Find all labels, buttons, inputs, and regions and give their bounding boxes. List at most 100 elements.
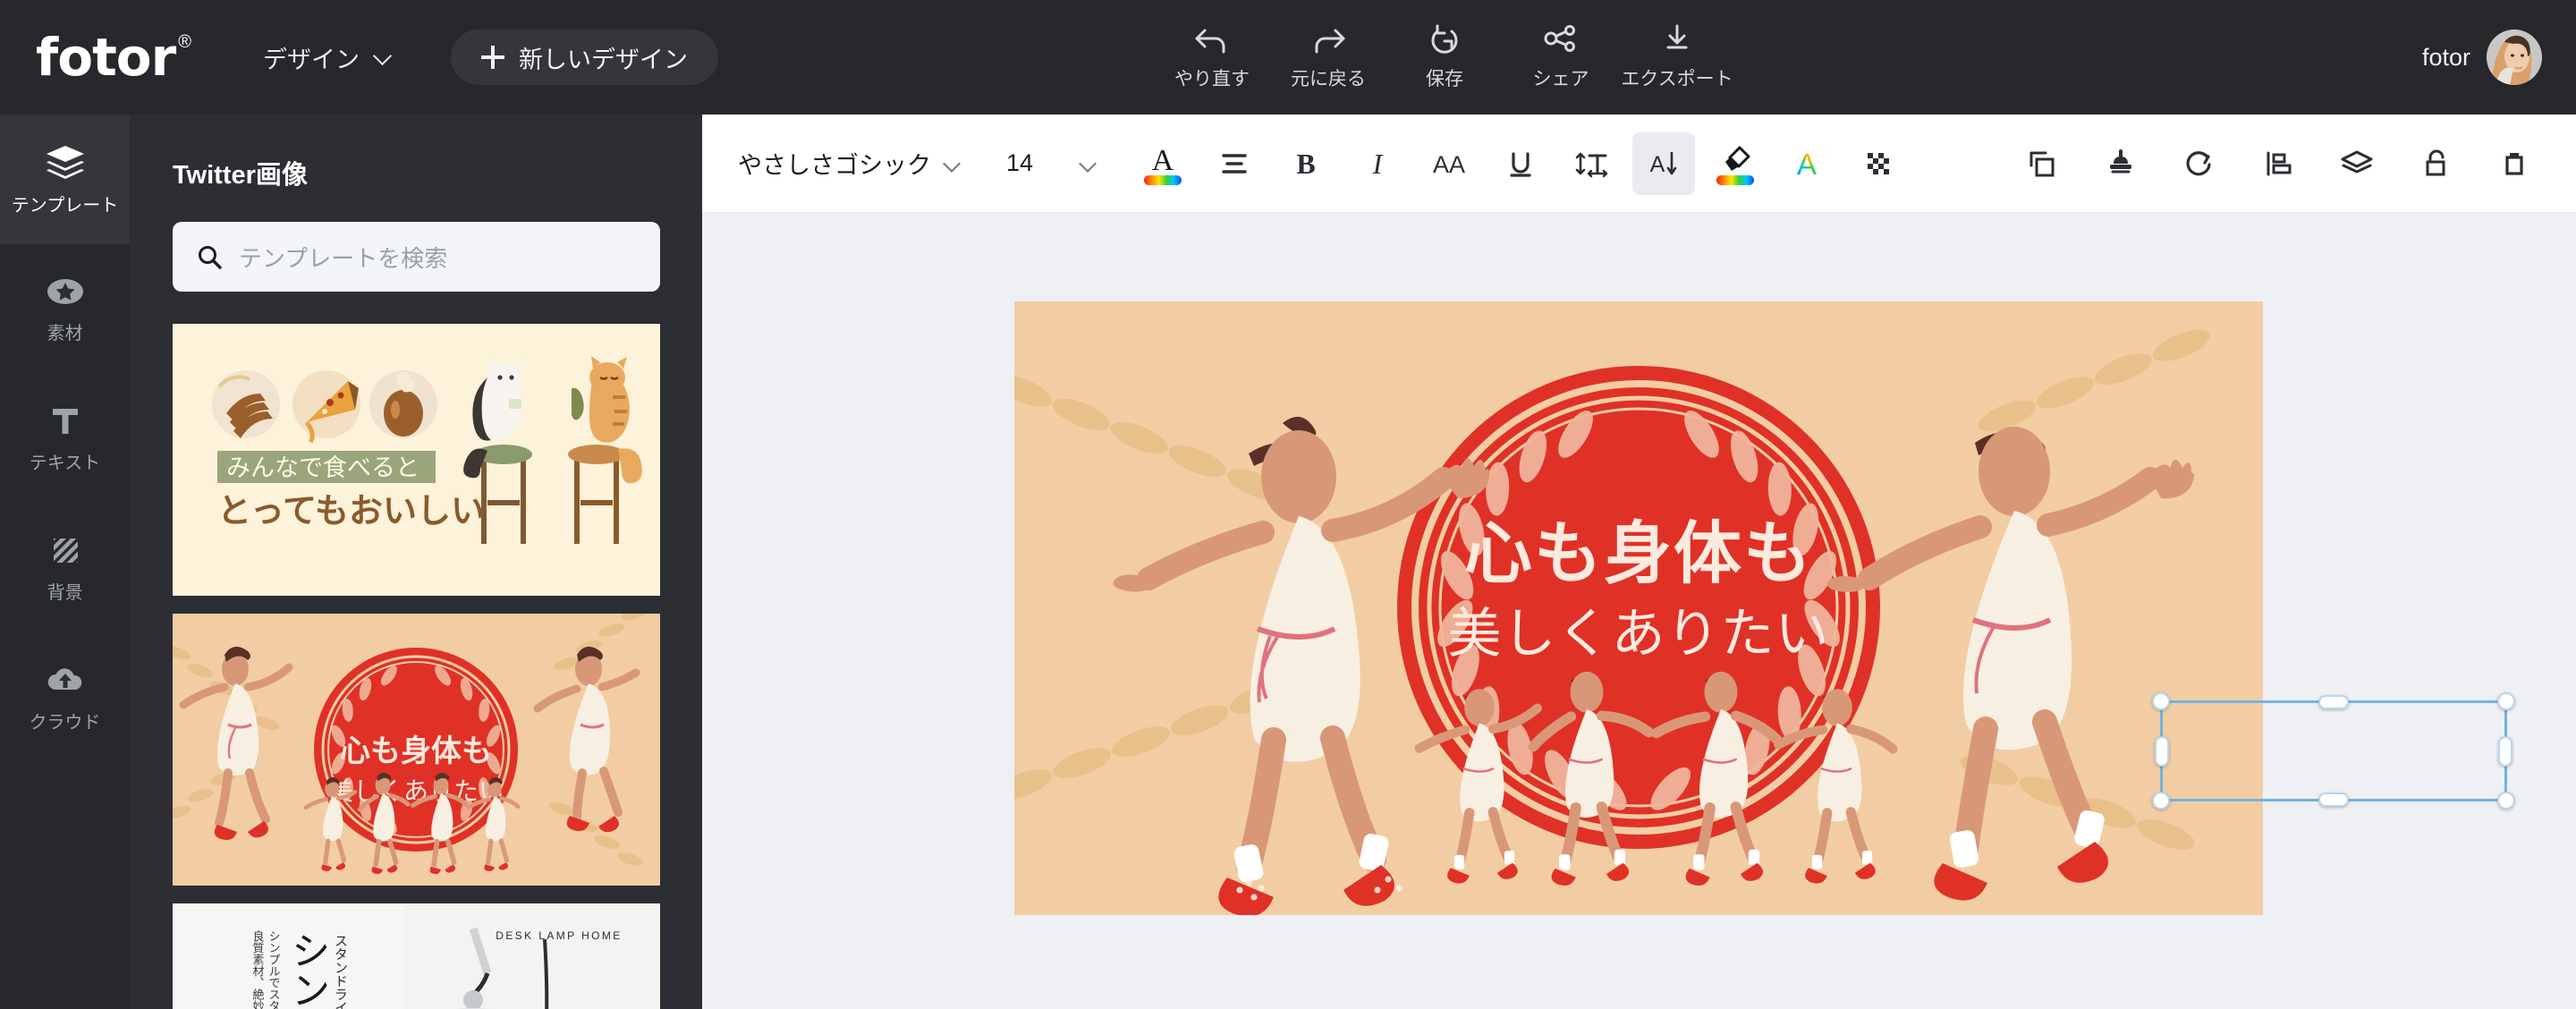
sidebar-item-text[interactable]: テキスト [0, 374, 130, 504]
duplicate-button[interactable] [2011, 132, 2073, 195]
sidebar-item-elements[interactable]: 素材 [0, 244, 130, 374]
font-size-chevron-down-icon[interactable] [1080, 155, 1097, 173]
italic-button[interactable]: I [1346, 132, 1409, 195]
template-desc2: 良質素材、絶妙な造り [250, 929, 265, 1009]
delete-button[interactable] [2483, 132, 2546, 195]
sidebar-item-background[interactable]: 背景 [0, 504, 130, 633]
template-desc: シンプルでスタイリッシュ、 [267, 930, 280, 1009]
save-button[interactable]: 保存 [1386, 0, 1503, 114]
align-icon [1222, 153, 1247, 174]
cloud-icon [47, 668, 81, 690]
logo-wordmark: fotor [36, 27, 176, 88]
user-account[interactable]: fotor [2422, 0, 2542, 114]
resize-handle-right[interactable] [2498, 735, 2512, 767]
sidebar-item-label: テンプレート [11, 196, 119, 216]
italic-icon: I [1372, 148, 1384, 180]
artboard[interactable]: 心も身体も 美しくありたい [1014, 301, 2263, 915]
design-text-line1: 心も身体も [1464, 513, 1813, 593]
design-text-line2: 美しくありたい [1448, 603, 1830, 666]
svg-text:A: A [1152, 144, 1174, 177]
resize-handle-bottom-right[interactable] [2497, 792, 2515, 810]
template-lamp-art: スタンドライト シンプルライ シンプルでスタイリッシュ、 良質素材、絶妙な造り … [173, 903, 660, 1009]
template-subtitle: スタンドライト [333, 934, 349, 1009]
search-icon [199, 246, 222, 269]
line-spacing-button[interactable] [1561, 132, 1623, 195]
new-design-label: 新しいデザイン [519, 46, 689, 73]
plus-icon [481, 46, 505, 69]
design-artwork: 心も身体も 美しくありたい [1014, 301, 2263, 915]
export-icon [1666, 24, 1688, 49]
align-object-button[interactable] [2247, 132, 2309, 195]
font-size-select[interactable]: 14 [1006, 149, 1049, 177]
resize-handle-top[interactable] [2318, 695, 2349, 709]
export-button[interactable]: エクスポート [1619, 0, 1735, 114]
design-menu[interactable]: デザイン [263, 40, 394, 75]
search-input[interactable]: テンプレートを検索 [173, 222, 660, 292]
svg-text:A: A [1650, 152, 1665, 177]
layers-button[interactable] [2326, 132, 2388, 195]
share-button[interactable]: シェア [1503, 0, 1619, 114]
new-design-button[interactable]: 新しいデザイン [451, 30, 719, 85]
transparency-button[interactable] [1847, 132, 1910, 195]
letter-case-icon: AA [1433, 151, 1465, 178]
svg-text:A: A [1797, 148, 1817, 181]
export-label: エクスポート [1621, 69, 1733, 89]
fotor-logo[interactable]: fotor ® [36, 31, 191, 83]
font-family-select[interactable]: やさしさゴシック [738, 146, 944, 181]
registered-mark: ® [178, 32, 192, 52]
sidebar-item-label: 素材 [47, 324, 83, 343]
template-food-cats-art: みんなで食べると とってもおいしい [173, 324, 660, 596]
resize-handle-bottom[interactable] [2318, 793, 2349, 807]
sidebar-item-label: テキスト [29, 454, 101, 473]
template-thumbnail[interactable]: 心も身体も 美しくありたい [173, 614, 660, 886]
template-dance-art: 心も身体も 美しくありたい [173, 614, 660, 886]
trash-icon [2505, 153, 2523, 175]
copy-icon [2029, 151, 2055, 177]
line-spacing-icon [1575, 152, 1608, 177]
underline-icon [1510, 151, 1531, 177]
text-effect-button[interactable]: A [1775, 132, 1838, 195]
highlight-swatch-bar [1716, 174, 1754, 185]
avatar-image [2487, 30, 2542, 85]
rotate-icon [2186, 151, 2211, 176]
template-list: みんなで食べると とってもおいしい 心も身体も 美しくありたい スタンドライト … [173, 324, 702, 1009]
redo-label: 元に戻る [1291, 69, 1366, 89]
letter-case-button[interactable]: AA [1418, 132, 1480, 195]
canvas-area[interactable]: 心も身体も 美しくありたい [702, 213, 2576, 1009]
text-toolbar: やさしさゴシック 14 A B I AA A A [702, 114, 2576, 213]
save-label: 保存 [1426, 69, 1463, 89]
layers-icon [2341, 150, 2373, 174]
elements-icon [47, 279, 83, 304]
svg-text:AA: AA [1433, 151, 1465, 178]
highlight-color-button[interactable] [1704, 132, 1767, 195]
lock-button[interactable] [2404, 132, 2467, 195]
unlock-icon [2426, 149, 2445, 176]
redo-button[interactable]: 元に戻る [1270, 0, 1386, 114]
object-action-group [2002, 114, 2546, 213]
top-bar: fotor ® デザイン 新しいデザイン やり直す 元に戻る 保存 シェア エク… [0, 0, 2576, 114]
template-band-text: みんなで食べると [226, 454, 419, 482]
share-label: シェア [1532, 69, 1589, 89]
svg-text:B: B [1296, 148, 1315, 180]
text-align-button[interactable] [1203, 132, 1266, 195]
undo-label: やり直す [1174, 69, 1250, 89]
redo-icon [1315, 29, 1345, 54]
avatar[interactable] [2487, 30, 2542, 85]
template-title: シンプルライ [284, 930, 330, 1009]
template-thumbnail[interactable]: みんなで食べると とってもおいしい [173, 324, 660, 596]
template-thumbnail[interactable]: スタンドライト シンプルライ シンプルでスタイリッシュ、 良質素材、絶妙な造り … [173, 903, 660, 1009]
font-color-button[interactable]: A [1131, 132, 1194, 195]
format-painter-button[interactable] [2089, 132, 2152, 195]
sidebar-item-templates[interactable]: テンプレート [0, 114, 130, 244]
template-main-text: とってもおいしい [217, 491, 485, 530]
text-direction-button[interactable]: A [1632, 131, 1695, 195]
bold-button[interactable]: B [1275, 132, 1337, 195]
rotate-button[interactable] [2168, 132, 2231, 195]
sidebar-item-cloud[interactable]: クラウド [0, 633, 130, 763]
undo-button[interactable]: やり直す [1154, 0, 1270, 114]
panel-title: Twitter画像 [173, 161, 308, 190]
font-family-chevron-down-icon[interactable] [944, 155, 962, 173]
resize-handle-top-right[interactable] [2497, 692, 2515, 710]
underline-button[interactable] [1489, 132, 1552, 195]
text-direction-icon: A [1650, 151, 1677, 177]
